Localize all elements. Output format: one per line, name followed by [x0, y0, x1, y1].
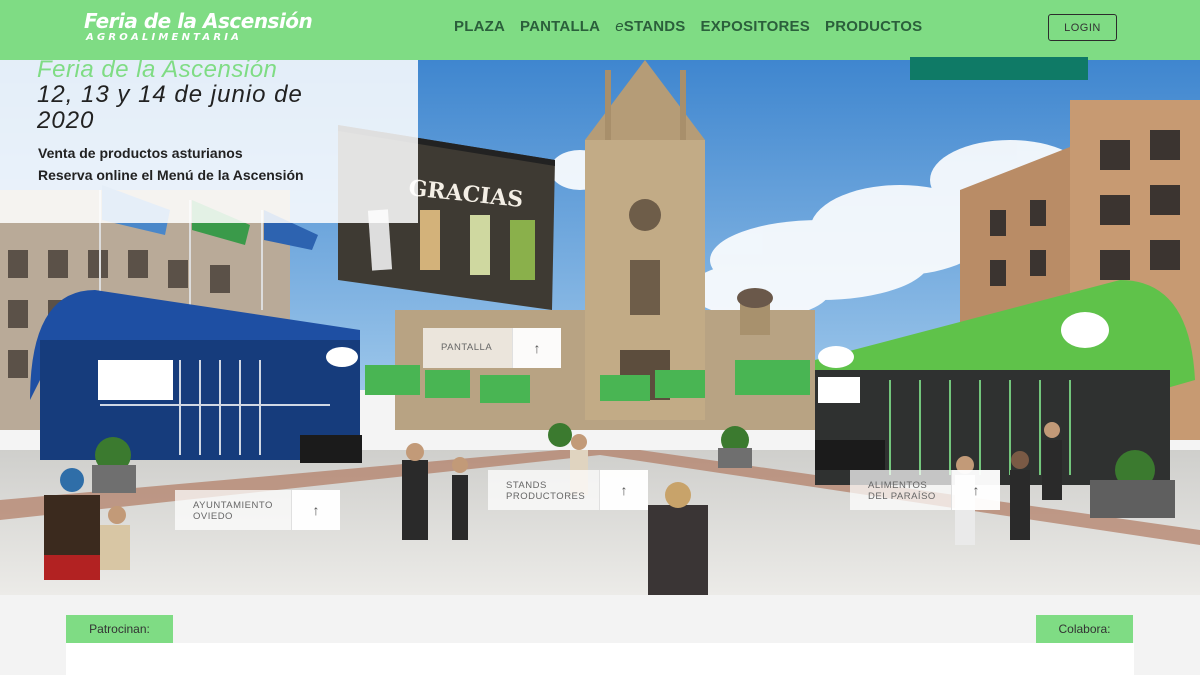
collaborator-logo[interactable]: [910, 57, 1088, 80]
info-line-menu: Reserva online el Menú de la Ascensión: [38, 167, 304, 183]
hotspot-alimentos-button[interactable]: ↑: [951, 470, 1000, 510]
hotspot-ayuntamiento-oviedo[interactable]: AYUNTAMIENTO OVIEDO ↑: [175, 490, 340, 530]
nav-estands-label: STANDS: [623, 18, 686, 35]
hotspot-alimentos-label: ALIMENTOS DEL PARAÍSO: [868, 480, 936, 502]
hotspot-ayuntamiento-button[interactable]: ↑: [291, 490, 340, 530]
hotspot-alimentos-del-paraiso[interactable]: ALIMENTOS DEL PARAÍSO ↑: [850, 470, 1000, 510]
hotspot-stands-label: STANDS PRODUCTORES: [506, 480, 586, 502]
top-navigation-bar: Feria de la Ascensión AGROALIMENTARIA PL…: [0, 0, 1200, 60]
arrow-up-icon: ↑: [312, 502, 320, 518]
hotspot-pantalla-button[interactable]: ↑: [512, 328, 561, 368]
sponsor-logos-strip: [66, 643, 1134, 675]
arrow-up-icon: ↑: [620, 482, 628, 498]
nav-estands[interactable]: eSTANDS: [615, 18, 685, 35]
login-button[interactable]: LOGIN: [1048, 14, 1117, 41]
sponsors-section: Patrocinan: Colabora:: [0, 595, 1200, 675]
logo-title: Feria de la Ascensión: [84, 9, 313, 33]
info-line-products: Venta de productos asturianos: [38, 145, 243, 161]
sponsors-label: Patrocinan:: [66, 615, 173, 643]
hotspot-stands-productores[interactable]: STANDS PRODUCTORES ↑: [488, 470, 648, 510]
event-name: Feria de la Ascensión: [37, 56, 278, 83]
nav-productos[interactable]: PRODUCTOS: [825, 18, 922, 35]
event-dates: 12, 13 y 14 de junio de 2020: [37, 81, 303, 134]
nav-estands-prefix: e: [615, 18, 624, 35]
nav-expositores[interactable]: EXPOSITORES: [701, 18, 810, 35]
nav-pantalla[interactable]: PANTALLA: [520, 18, 600, 35]
event-info-panel: Feria de la Ascensión 12, 13 y 14 de jun…: [0, 56, 418, 223]
hotspot-ayuntamiento-label: AYUNTAMIENTO OVIEDO: [193, 500, 273, 522]
arrow-up-icon: ↑: [972, 482, 980, 498]
main-nav: PLAZA PANTALLA eSTANDS EXPOSITORES PRODU…: [454, 18, 922, 35]
hotspot-stands-button[interactable]: ↑: [599, 470, 648, 510]
site-logo[interactable]: Feria de la Ascensión AGROALIMENTARIA: [84, 9, 313, 44]
collaborators-label: Colabora:: [1036, 615, 1133, 643]
nav-plaza[interactable]: PLAZA: [454, 18, 505, 35]
logo-subtitle: AGROALIMENTARIA: [86, 32, 243, 43]
arrow-up-icon: ↑: [533, 340, 541, 356]
hotspot-pantalla-label: PANTALLA: [441, 342, 493, 353]
hotspot-pantalla[interactable]: PANTALLA ↑: [423, 328, 561, 368]
